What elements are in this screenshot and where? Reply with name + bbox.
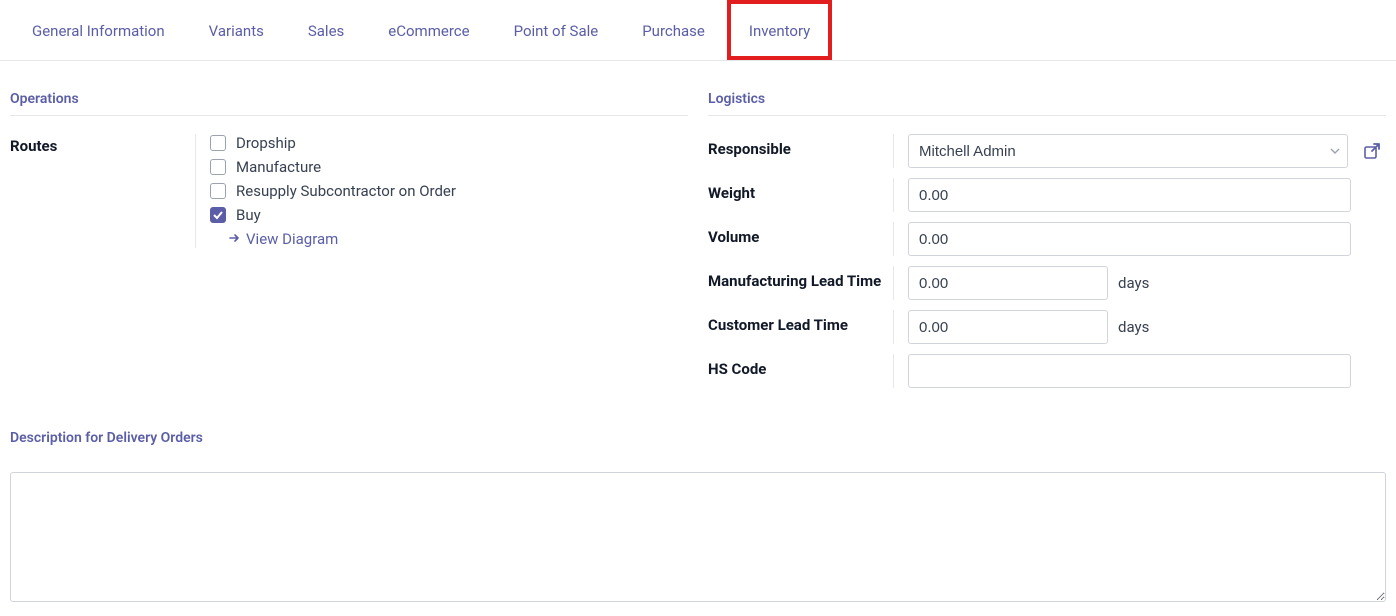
- delivery-desc-title: Description for Delivery Orders: [10, 430, 1386, 454]
- volume-label: Volume: [708, 222, 893, 248]
- cust-lead-input[interactable]: [908, 310, 1108, 344]
- tab-sales[interactable]: Sales: [286, 0, 366, 60]
- mfg-lead-unit: days: [1118, 274, 1149, 292]
- route-manufacture-checkbox[interactable]: [210, 159, 226, 175]
- logistics-title: Logistics: [708, 91, 1386, 116]
- arrow-right-icon: [228, 230, 240, 248]
- responsible-row: Responsible: [708, 134, 1386, 168]
- view-diagram-link[interactable]: View Diagram: [228, 230, 688, 248]
- hs-code-input[interactable]: [908, 354, 1351, 388]
- tab-general-information[interactable]: General Information: [10, 0, 187, 60]
- weight-input[interactable]: [908, 178, 1351, 212]
- mfg-lead-input[interactable]: [908, 266, 1108, 300]
- tab-inventory[interactable]: Inventory: [727, 0, 832, 60]
- tabs-bar: General Information Variants Sales eComm…: [0, 0, 1396, 61]
- route-manufacture-row: Manufacture: [210, 158, 688, 176]
- delivery-desc-section: Description for Delivery Orders: [0, 410, 1396, 616]
- mfg-lead-row: Manufacturing Lead Time days: [708, 266, 1386, 300]
- external-link-button[interactable]: [1358, 137, 1386, 165]
- content-area: Operations Routes Dropship Manufacture: [0, 61, 1396, 410]
- route-buy-label: Buy: [236, 206, 261, 224]
- tab-variants[interactable]: Variants: [187, 0, 286, 60]
- tab-purchase[interactable]: Purchase: [620, 0, 727, 60]
- delivery-desc-textarea[interactable]: [10, 472, 1386, 602]
- route-resupply-label: Resupply Subcontractor on Order: [236, 182, 456, 200]
- responsible-select[interactable]: [908, 134, 1348, 168]
- route-buy-row: Buy: [210, 206, 688, 224]
- route-manufacture-label: Manufacture: [236, 158, 321, 176]
- cust-lead-label: Customer Lead Time: [708, 310, 893, 336]
- tab-ecommerce[interactable]: eCommerce: [366, 0, 491, 60]
- responsible-label: Responsible: [708, 134, 893, 160]
- view-diagram-label: View Diagram: [246, 230, 338, 248]
- route-resupply-row: Resupply Subcontractor on Order: [210, 182, 688, 200]
- routes-options: Dropship Manufacture Resupply Subcontrac…: [195, 134, 688, 248]
- route-dropship-label: Dropship: [236, 134, 296, 152]
- weight-row: Weight: [708, 178, 1386, 212]
- route-resupply-checkbox[interactable]: [210, 183, 226, 199]
- route-dropship-row: Dropship: [210, 134, 688, 152]
- responsible-input[interactable]: [908, 134, 1348, 168]
- route-buy-checkbox[interactable]: [210, 207, 226, 223]
- route-dropship-checkbox[interactable]: [210, 135, 226, 151]
- operations-section: Operations Routes Dropship Manufacture: [10, 91, 688, 398]
- hs-code-row: HS Code: [708, 354, 1386, 388]
- weight-label: Weight: [708, 178, 893, 204]
- mfg-lead-label: Manufacturing Lead Time: [708, 266, 893, 292]
- operations-title: Operations: [10, 91, 688, 116]
- volume-input[interactable]: [908, 222, 1351, 256]
- cust-lead-row: Customer Lead Time days: [708, 310, 1386, 344]
- cust-lead-unit: days: [1118, 318, 1149, 336]
- volume-row: Volume: [708, 222, 1386, 256]
- tab-point-of-sale[interactable]: Point of Sale: [492, 0, 621, 60]
- routes-label: Routes: [10, 134, 195, 155]
- logistics-section: Logistics Responsible: [708, 91, 1386, 398]
- hs-code-label: HS Code: [708, 354, 893, 380]
